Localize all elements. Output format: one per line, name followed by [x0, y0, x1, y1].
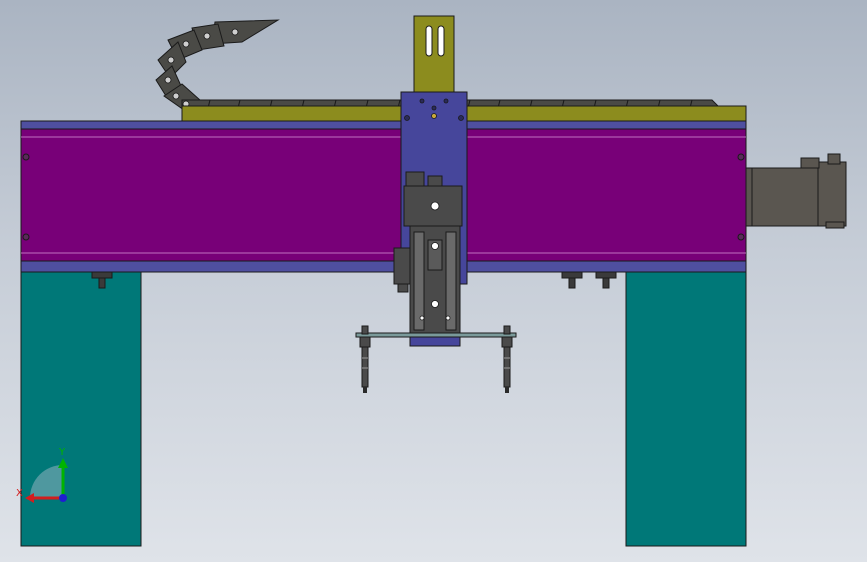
gantry-beam[interactable] [20, 120, 747, 273]
cad-graphics-viewport[interactable]: Y X [0, 0, 867, 562]
left-support-leg[interactable] [20, 271, 142, 547]
z-axis-mount-plate[interactable] [413, 15, 455, 97]
triad-x-label: X [16, 488, 23, 499]
gantry-assembly-drawing: Y X [16, 15, 847, 547]
servo-motor[interactable] [745, 153, 847, 229]
right-support-leg[interactable] [625, 271, 747, 547]
triad-y-label: Y [58, 447, 66, 458]
pneumatic-cylinder[interactable] [393, 171, 463, 337]
triad-z-axis [59, 494, 67, 502]
under-beam-clamps [91, 271, 617, 289]
tool-crossbar[interactable] [355, 332, 517, 338]
